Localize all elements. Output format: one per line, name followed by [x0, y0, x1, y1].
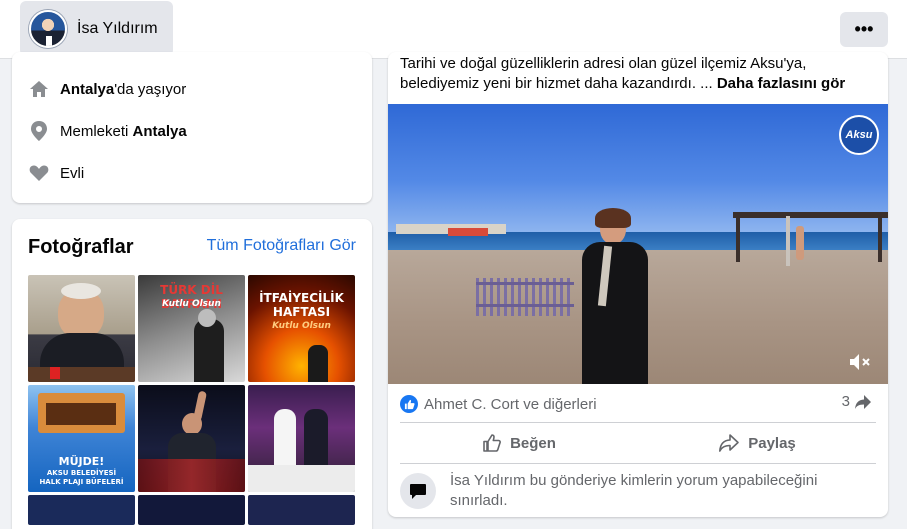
post-text: Tarihi ve doğal güzelliklerin adresi ola… — [400, 55, 846, 92]
photo-itfaiyecilik-haftasi[interactable]: İTFAİYECİLİK HAFTASI Kutlu Olsun — [248, 275, 355, 382]
photos-title: Fotoğraflar — [28, 236, 134, 258]
photo-row3-3[interactable] — [248, 495, 355, 525]
post-video[interactable]: Aksu — [388, 104, 888, 384]
share-count-icon — [855, 394, 871, 409]
comment-restriction-text: İsa Yıldırım bu gönderiye kimlerin yorum… — [450, 472, 818, 509]
post-text-line2: belediyemiz yeni bir hizmet daha kazandı… — [400, 75, 713, 92]
like-button[interactable]: Beğen — [400, 425, 638, 461]
profile-name: İsa Yıldırım — [77, 19, 158, 37]
top-bar: İsa Yıldırım ••• — [0, 0, 907, 59]
see-all-photos-link[interactable]: Tüm Fotoğrafları Gör — [207, 237, 356, 255]
like-label: Beğen — [510, 434, 556, 452]
profile-avatar — [29, 9, 67, 48]
photos-card: Fotoğraflar Tüm Fotoğrafları Gör TÜRK Dİ… — [12, 219, 372, 529]
like-reaction-icon — [400, 395, 418, 413]
reactions-text[interactable]: Ahmet C. Cort ve diğerleri — [424, 396, 597, 413]
intro-lives-in: Antalya'da yaşıyor — [28, 78, 186, 100]
aksu-logo: Aksu — [839, 115, 879, 155]
share-label: Paylaş — [748, 434, 796, 452]
home-icon — [28, 78, 50, 100]
comment-bubble-icon — [400, 473, 436, 509]
intro-relationship: Evli — [28, 162, 84, 184]
mute-icon[interactable] — [848, 352, 872, 377]
post-card: Tarihi ve doğal güzelliklerin adresi ola… — [388, 52, 888, 517]
photo-turk-dil-bayrami[interactable]: TÜRK DİL BAYRAMI Kutlu Olsun — [138, 275, 245, 382]
share-count-value: 3 — [841, 393, 850, 410]
intro-hometown: Memleketi Antalya — [28, 120, 187, 142]
photo-office-portrait[interactable] — [28, 275, 135, 382]
share-count[interactable]: 3 — [842, 393, 872, 410]
more-options-button[interactable]: ••• — [840, 12, 888, 47]
divider-top — [400, 422, 876, 423]
comment-restriction-notice: İsa Yıldırım bu gönderiye kimlerin yorum… — [400, 471, 876, 511]
photo-halk-plaji-bufeleri[interactable]: MÜJDE! AKSU BELEDİYESİ HALK PLAJI BÜFELE… — [28, 385, 135, 492]
lives-suffix: 'da yaşıyor — [114, 80, 187, 98]
intro-card: Antalya'da yaşıyor Memleketi Antalya Evl… — [12, 52, 372, 203]
share-button[interactable]: Paylaş — [638, 425, 876, 461]
see-more-link[interactable]: Daha fazlasını gör — [717, 75, 845, 92]
hometown-city-link[interactable]: Antalya — [133, 123, 187, 140]
relationship-status: Evli — [60, 164, 85, 182]
profile-chip[interactable]: İsa Yıldırım — [20, 1, 173, 56]
lives-city-link[interactable]: Antalya — [60, 81, 114, 98]
reaction-summary: Ahmet C. Cort ve diğerleri 3 — [400, 393, 876, 415]
photo-wedding-ceremony[interactable] — [248, 385, 355, 492]
share-arrow-icon — [719, 434, 740, 452]
photo-speech-waving[interactable] — [138, 385, 245, 492]
post-actions: Beğen Paylaş — [400, 425, 876, 461]
hometown-prefix: Memleketi — [60, 122, 133, 140]
photo-row3-2[interactable] — [138, 495, 245, 525]
divider-bottom — [400, 463, 876, 464]
location-pin-icon — [28, 120, 50, 142]
photo-row3-1[interactable] — [28, 495, 135, 525]
heart-icon — [28, 162, 50, 184]
thumbs-up-icon — [483, 434, 502, 452]
